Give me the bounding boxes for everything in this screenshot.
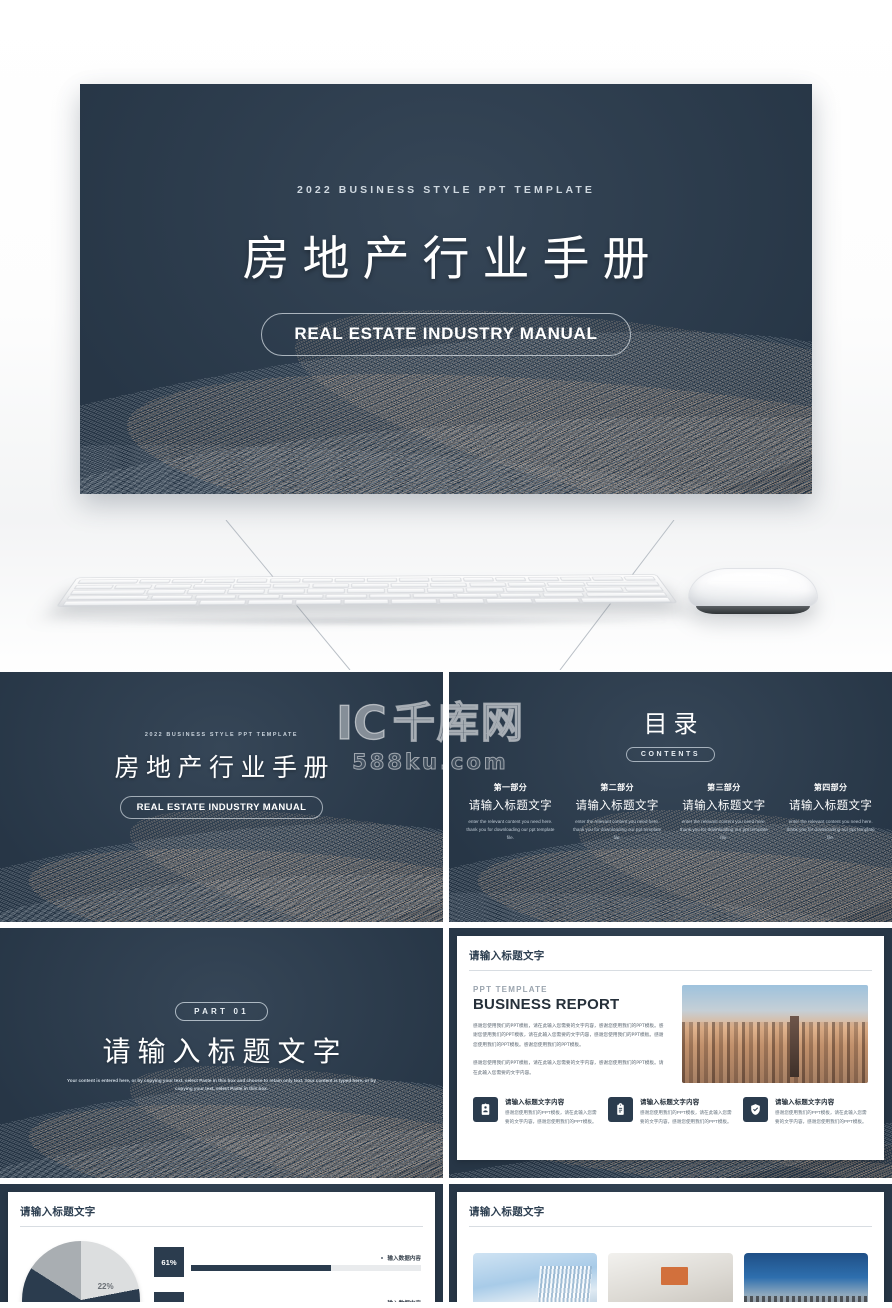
feature-body: 感谢您使用我们的PPT模板，请在此输入您需要的文字内容，感谢您使用我们的PPT模…	[775, 1110, 867, 1124]
chart-content-card: 请输入标题文字 22% 62% 61% 输入数据内	[8, 1192, 435, 1302]
contents-item-body: enter the relevant content you need here…	[679, 819, 768, 841]
gallery-card-title: 请输入标题文字	[469, 1204, 872, 1227]
pie-chart: 22% 62%	[22, 1241, 142, 1302]
contents-item-part: 第一部分	[493, 783, 528, 792]
slide-thumbnail-charts[interactable]: 请输入标题文字 22% 62% 61% 输入数据内	[0, 1184, 443, 1302]
contents-item-heading: 请输入标题文字	[575, 798, 659, 812]
progress-value-badge: 33%	[154, 1292, 184, 1302]
shield-check-icon	[743, 1097, 768, 1122]
contents-item-heading: 请输入标题文字	[788, 798, 873, 812]
thumb-title-pill: REAL ESTATE INDUSTRY MANUAL	[119, 796, 324, 819]
city-skyline-image	[682, 985, 868, 1083]
contents-item-part: 第三部分	[707, 783, 741, 792]
thumb-title-heading: 房地产行业手册	[114, 753, 335, 782]
progress-bar-row: 61% 输入数据内容	[154, 1247, 421, 1277]
contents-item[interactable]: 第三部分 请输入标题文字 enter the relevant content …	[671, 782, 778, 842]
progress-bar-chart: 61% 输入数据内容 33%	[154, 1241, 421, 1302]
chart-card-title: 请输入标题文字	[20, 1204, 423, 1227]
contents-item-heading: 请输入标题文字	[468, 798, 553, 812]
report-paragraph-2: 感谢您使用我们的PPT模板，请在此输入您需要的文字内容，感谢您使用我们的PPT模…	[473, 1061, 664, 1076]
hero-title: 房地产行业手册	[242, 232, 663, 287]
progress-bar-row: 33% 输入数据内容	[154, 1292, 421, 1302]
slide-thumbnail-contents[interactable]: 目录 CONTENTS 第一部分 请输入标题文字 enter the relev…	[449, 672, 892, 922]
hero-eyebrow: 2022 BUSINESS STYLE PPT TEMPLATE	[297, 184, 595, 196]
report-card-title: 请输入标题文字	[469, 948, 872, 971]
wireless-keyboard	[56, 574, 678, 607]
slide-thumbnail-gallery[interactable]: 请输入标题文字 TITLE HERE TITLE HERE TITLE HERE	[449, 1184, 892, 1302]
hero-slide[interactable]: 2022 BUSINESS STYLE PPT TEMPLATE 房地产行业手册…	[80, 84, 812, 494]
slide-thumbnail-title[interactable]: 2022 BUSINESS STYLE PPT TEMPLATE 房地产行业手册…	[0, 672, 443, 922]
desk-accessories	[0, 520, 892, 670]
section-part-pill: PART 01	[175, 1002, 268, 1021]
report-eyebrow: PPT TEMPLATE	[473, 985, 548, 994]
report-feature[interactable]: 请输入标题文字内容 感谢您使用我们的PPT模板，请在此输入您需要的文字内容，感谢…	[608, 1097, 733, 1127]
gallery-card[interactable]: TITLE HERE	[473, 1253, 598, 1302]
progress-bar-label: 输入数据内容	[387, 1255, 421, 1262]
contents-item[interactable]: 第二部分 请输入标题文字 enter the relevant content …	[564, 782, 671, 842]
section-title: 请输入标题文字	[102, 1035, 348, 1068]
gallery-card[interactable]: TITLE HERE	[743, 1253, 868, 1302]
wireless-mouse	[688, 568, 818, 614]
contents-item-part: 第二部分	[600, 783, 634, 792]
keyboard-shadow	[72, 616, 668, 626]
bullet-icon	[381, 1301, 384, 1302]
report-content-card: 请输入标题文字 PPT TEMPLATE BUSINESS REPORT 感谢您…	[457, 936, 884, 1160]
hero-subtitle-pill: REAL ESTATE INDUSTRY MANUAL	[261, 313, 631, 356]
feature-heading: 请输入标题文字内容	[505, 1099, 565, 1106]
report-feature[interactable]: 请输入标题文字内容 感谢您使用我们的PPT模板，请在此输入您需要的文字内容，感谢…	[473, 1097, 598, 1127]
thumb-title-eyebrow: 2022 BUSINESS STYLE PPT TEMPLATE	[144, 732, 299, 738]
slide-thumbnail-section-divider[interactable]: PART 01 请输入标题文字 Your content is entered …	[0, 928, 443, 1178]
pie-slice-label: 22%	[97, 1281, 114, 1291]
feature-heading: 请输入标题文字内容	[775, 1099, 835, 1106]
clipboard-icon	[608, 1097, 633, 1122]
slide-thumbnail-grid: 2022 BUSINESS STYLE PPT TEMPLATE 房地产行业手册…	[0, 672, 892, 1308]
contents-item[interactable]: 第四部分 请输入标题文字 enter the relevant content …	[777, 782, 884, 842]
modern-interior-image	[608, 1253, 733, 1302]
contents-item-body: enter the relevant content you need here…	[466, 819, 555, 841]
contents-subtitle-pill: CONTENTS	[625, 747, 716, 762]
id-badge-icon	[473, 1097, 498, 1122]
gallery-card[interactable]: TITLE HERE	[608, 1253, 733, 1302]
contents-title: 目录	[643, 710, 704, 738]
bullet-icon	[381, 1256, 384, 1259]
slide-thumbnail-business-report[interactable]: 请输入标题文字 PPT TEMPLATE BUSINESS REPORT 感谢您…	[449, 928, 892, 1178]
progress-bar-label: 输入数据内容	[387, 1299, 421, 1303]
report-feature[interactable]: 请输入标题文字内容 感谢您使用我们的PPT模板，请在此输入您需要的文字内容，感谢…	[743, 1097, 868, 1127]
contents-item-part: 第四部分	[813, 783, 848, 792]
report-heading: BUSINESS REPORT	[473, 996, 620, 1013]
section-body: Your content is entered here, or by copy…	[67, 1078, 376, 1092]
contents-item-heading: 请输入标题文字	[682, 798, 766, 812]
feature-body: 感谢您使用我们的PPT模板，请在此输入您需要的文字内容，感谢您使用我们的PPT模…	[640, 1110, 732, 1124]
progress-value-badge: 61%	[154, 1247, 184, 1277]
contents-columns: 第一部分 请输入标题文字 enter the relevant content …	[449, 782, 892, 842]
glass-skyscraper-image	[473, 1253, 598, 1302]
feature-body: 感谢您使用我们的PPT模板，请在此输入您需要的文字内容，感谢您使用我们的PPT模…	[505, 1110, 597, 1124]
night-city-image	[743, 1253, 868, 1302]
contents-item[interactable]: 第一部分 请输入标题文字 enter the relevant content …	[457, 782, 564, 842]
contents-item-body: enter the relevant content you need here…	[786, 819, 875, 841]
feature-heading: 请输入标题文字内容	[640, 1099, 700, 1106]
report-paragraph-1: 感谢您使用我们的PPT模板，请在此输入您需要的文字内容，感谢您使用我们的PPT模…	[473, 1024, 664, 1048]
contents-item-body: enter the relevant content you need here…	[573, 819, 662, 841]
gallery-content-card: 请输入标题文字 TITLE HERE TITLE HERE TITLE HERE	[457, 1192, 884, 1302]
